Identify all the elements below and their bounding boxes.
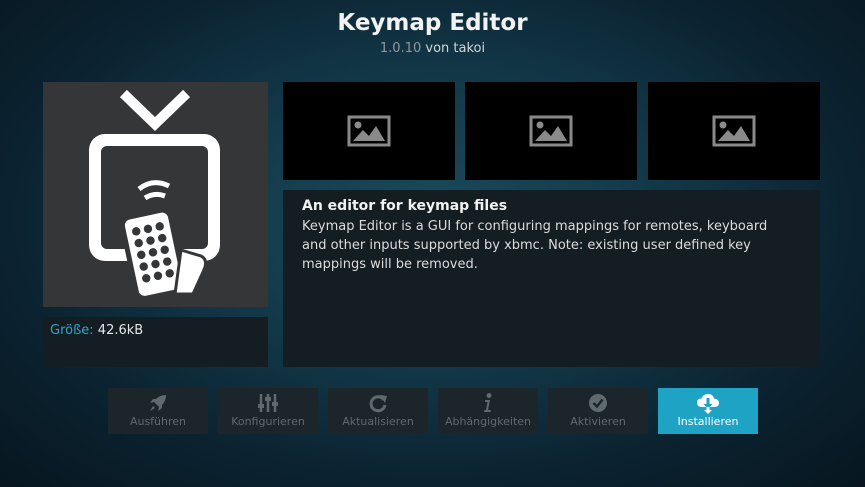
- size-label: Größe:: [50, 323, 94, 338]
- configure-button[interactable]: Konfigurieren: [218, 388, 318, 434]
- dependencies-button[interactable]: Abhängigkeiten: [438, 388, 538, 434]
- screenshot-1[interactable]: [283, 82, 455, 180]
- description-text: Keymap Editor is a GUI for configuring m…: [302, 219, 768, 272]
- image-placeholder-icon: [712, 115, 756, 147]
- addon-title: Keymap Editor: [337, 10, 528, 36]
- screenshot-3[interactable]: [648, 82, 820, 180]
- install-button[interactable]: Installieren: [658, 388, 758, 434]
- dependencies-button-label: Abhängigkeiten: [444, 415, 532, 428]
- install-button-label: Installieren: [677, 415, 739, 428]
- sliders-icon: [258, 394, 278, 412]
- cloud-download-icon: [697, 394, 719, 414]
- addon-icon: [43, 82, 268, 307]
- size-panel: Größe: 42.6kB: [43, 317, 268, 367]
- run-button-label: Ausführen: [129, 415, 187, 428]
- check-circle-icon: [589, 394, 607, 412]
- run-button[interactable]: Ausführen: [108, 388, 208, 434]
- image-placeholder-icon: [347, 115, 391, 147]
- info-icon: [484, 393, 492, 412]
- addon-version: 1.0.10: [379, 41, 422, 56]
- enable-button[interactable]: Aktivieren: [548, 388, 648, 434]
- enable-button-label: Aktivieren: [570, 415, 626, 428]
- update-button-label: Aktualisieren: [342, 415, 414, 428]
- addon-subtitle: 1.0.10 von takoi: [0, 41, 865, 56]
- configure-button-label: Konfigurieren: [231, 415, 305, 428]
- update-button[interactable]: Aktualisieren: [328, 388, 428, 434]
- description-panel: An editor for keymap files Keymap Editor…: [283, 190, 820, 367]
- description-heading: An editor for keymap files: [302, 198, 508, 214]
- size-value: 42.6kB: [97, 323, 144, 338]
- screenshot-2[interactable]: [465, 82, 637, 180]
- addon-author: von takoi: [425, 41, 486, 56]
- refresh-icon: [369, 395, 387, 413]
- tv-remote-icon: [89, 89, 220, 300]
- rocket-icon: [150, 395, 166, 411]
- image-placeholder-icon: [529, 115, 573, 147]
